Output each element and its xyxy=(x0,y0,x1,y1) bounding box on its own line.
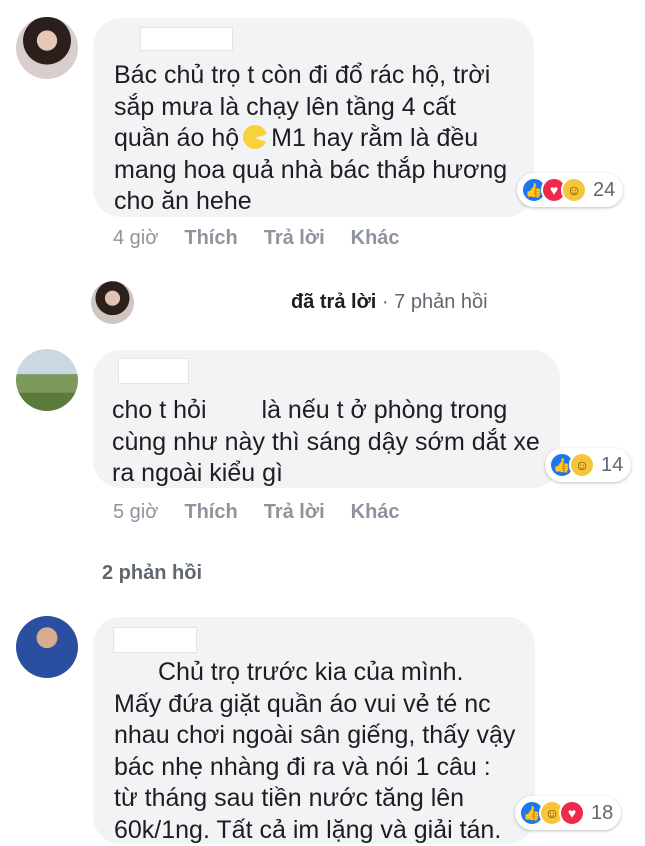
haha-icon: ☺ xyxy=(561,177,587,203)
comment-line: Bác chủ trọ t còn đi đổ rác hộ, trời xyxy=(114,60,507,92)
like-button[interactable]: Thích xyxy=(184,227,237,250)
comment-line: quần áo hộ M1 hay rằm là đều xyxy=(114,123,507,155)
reaction-count: 14 xyxy=(601,454,623,477)
reply-count: 7 phản hồi xyxy=(394,291,487,313)
reaction-count: 18 xyxy=(591,802,613,825)
haha-icon: ☺ xyxy=(569,452,595,478)
comment-line: mang hoa quả nhà bác thắp hương xyxy=(114,155,507,187)
comment-line: ra ngoài kiểu gì xyxy=(112,458,540,490)
reply-button[interactable]: Trả lời xyxy=(264,501,325,524)
timestamp[interactable]: 5 giờ xyxy=(113,501,158,524)
replied-label: đã trả lời xyxy=(291,291,376,313)
reply-summary[interactable]: đã trả lời · 7 phản hồi xyxy=(291,291,488,314)
comment-line: cho t hỏi là nếu t ở phòng trong xyxy=(112,395,540,427)
more-button[interactable]: Khác xyxy=(351,501,400,524)
more-button[interactable]: Khác xyxy=(351,227,400,250)
timestamp[interactable]: 4 giờ xyxy=(113,227,158,250)
hidden-mention xyxy=(207,399,262,423)
avatar[interactable] xyxy=(16,616,78,678)
comment-line-part: quần áo hộ xyxy=(114,124,239,152)
comment-line: 60k/1ng. Tất cả im lặng và giải tán. xyxy=(114,815,515,846)
hidden-author-name xyxy=(113,627,197,653)
reply-avatar[interactable] xyxy=(91,281,134,324)
reactions-summary[interactable]: 👍 ♥ ☺ 24 xyxy=(517,173,623,207)
comment-line: cho ăn hehe xyxy=(114,186,507,218)
comment-text: cho t hỏi là nếu t ở phòng trong cùng như… xyxy=(112,395,540,490)
hidden-author-name xyxy=(140,27,233,51)
like-button[interactable]: Thích xyxy=(184,501,237,524)
comment-text: Bác chủ trọ t còn đi đổ rác hộ, trời sắp… xyxy=(114,60,507,218)
comment-line: cùng như này thì sáng dậy sớm dắt xe xyxy=(112,427,540,459)
comment-line: Mấy đứa giặt quần áo vui vẻ té nc xyxy=(114,689,515,721)
reply-button[interactable]: Trả lời xyxy=(264,227,325,250)
separator: · xyxy=(382,291,389,313)
comment-line: từ tháng sau tiền nước tăng lên xyxy=(114,783,515,815)
love-icon: ♥ xyxy=(559,800,585,826)
reaction-count: 24 xyxy=(593,179,615,202)
comment-line: sắp mưa là chạy lên tầng 4 cất xyxy=(114,92,507,124)
comment-line: Chủ trọ trước kia của mình. xyxy=(114,657,515,689)
pacman-emoji-icon xyxy=(243,125,267,149)
comment-line-part: cho t hỏi xyxy=(112,396,207,424)
comment-text: Chủ trọ trước kia của mình. Mấy đứa giặt… xyxy=(114,657,515,846)
reactions-summary[interactable]: 👍 ☺ 14 xyxy=(545,448,631,482)
comment-line: bác nhẹ nhàng đi ra và nói 1 câu : xyxy=(114,752,515,784)
reactions-summary[interactable]: 👍 ☺ ♥ 18 xyxy=(515,796,621,830)
avatar[interactable] xyxy=(16,349,78,411)
comment-line: nhau chơi ngoài sân giếng, thấy vậy xyxy=(114,720,515,752)
comment-line-part: M1 hay rằm là đều xyxy=(271,124,478,152)
comment-actions: 5 giờ Thích Trả lời Khác xyxy=(113,501,400,524)
avatar[interactable] xyxy=(16,17,78,79)
hidden-author-name xyxy=(118,358,189,384)
view-more-replies[interactable]: 2 phản hồi xyxy=(102,562,202,585)
comment-actions: 4 giờ Thích Trả lời Khác xyxy=(113,227,400,250)
comment-line-part: là nếu t ở phòng trong xyxy=(262,396,508,424)
